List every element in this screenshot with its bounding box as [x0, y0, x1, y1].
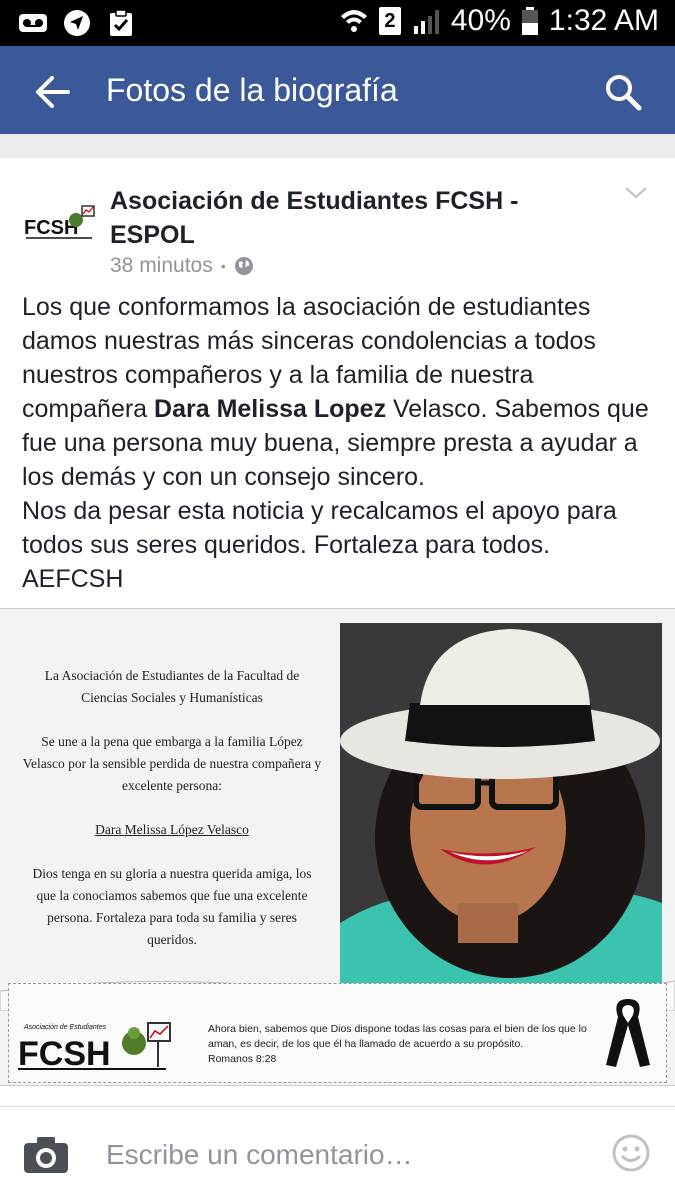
signal-icon — [413, 10, 439, 34]
condolence-name: Dara Melissa López Velasco — [95, 822, 249, 837]
bible-verse: Ahora bien, sabemos que Dios dispone tod… — [208, 1022, 596, 1067]
condolence-para: La Asociación de Estudiantes de la Facul… — [44, 668, 300, 705]
post-text-signature: AEFCSH — [22, 565, 124, 593]
post-card: FCSH Asociación de Estudiantes FCSH - ES… — [0, 158, 675, 1200]
page-avatar[interactable]: FCSH — [22, 186, 96, 260]
logo-text: FCSH — [18, 1035, 111, 1073]
post-photo[interactable]: La Asociación de Estudiantes de la Facul… — [0, 608, 675, 1086]
fcsh-logo: Asociación de Estudiantes FCSH — [18, 1022, 171, 1073]
status-bar: 2 40% 1:32 AM — [0, 0, 675, 46]
condolence-text: La Asociación de Estudiantes de la Facul… — [22, 665, 322, 973]
chevron-down-icon[interactable] — [623, 184, 649, 202]
condolence-para: Dios tenga en su gloria a nuestra querid… — [32, 866, 312, 947]
black-ribbon-icon — [606, 999, 650, 1067]
verse-reference: Romanos 8:28 — [208, 1053, 277, 1065]
comment-input[interactable]: Escribe un comentario… — [106, 1139, 413, 1171]
battery-icon — [521, 7, 538, 35]
separator — [0, 134, 675, 158]
post-meta: 38 minutos • — [110, 254, 254, 278]
search-icon[interactable] — [601, 70, 645, 114]
meta-separator: • — [220, 258, 226, 274]
page-title: Fotos de la biografía — [106, 72, 398, 108]
portrait-photo — [340, 623, 662, 995]
sim-icon: 2 — [378, 7, 401, 35]
camera-icon[interactable] — [22, 1135, 70, 1175]
condolence-para: Se une a la pena que embarga a la famili… — [22, 734, 322, 793]
back-arrow-icon[interactable] — [30, 70, 74, 114]
comment-bar: Escribe un comentario… — [0, 1106, 675, 1200]
verse-text: Ahora bien, sabemos que Dios dispone tod… — [208, 1023, 587, 1050]
page-name-link[interactable]: Asociación de Estudiantes FCSH - ESPOL — [110, 184, 550, 252]
post-text-bold-name: Dara Melissa Lopez — [154, 395, 387, 423]
post-text-part: Nos da pesar esta noticia y recalcamos e… — [22, 497, 617, 559]
logo-subtext: Asociación de Estudiantes — [23, 1024, 107, 1031]
voicemail-icon — [19, 14, 47, 32]
smiley-icon[interactable] — [611, 1133, 651, 1173]
wifi-icon — [340, 10, 367, 32]
globe-icon — [234, 257, 253, 275]
post-timestamp[interactable]: 38 minutos — [110, 254, 213, 278]
battery-percent: 40% — [450, 4, 511, 37]
clipboard-icon — [110, 9, 132, 36]
clock: 1:32 AM — [548, 4, 659, 37]
navigation-icon — [64, 10, 90, 36]
app-bar: Fotos de la biografía — [0, 46, 675, 134]
post-text: Los que conformamos la asociación de est… — [22, 290, 662, 596]
